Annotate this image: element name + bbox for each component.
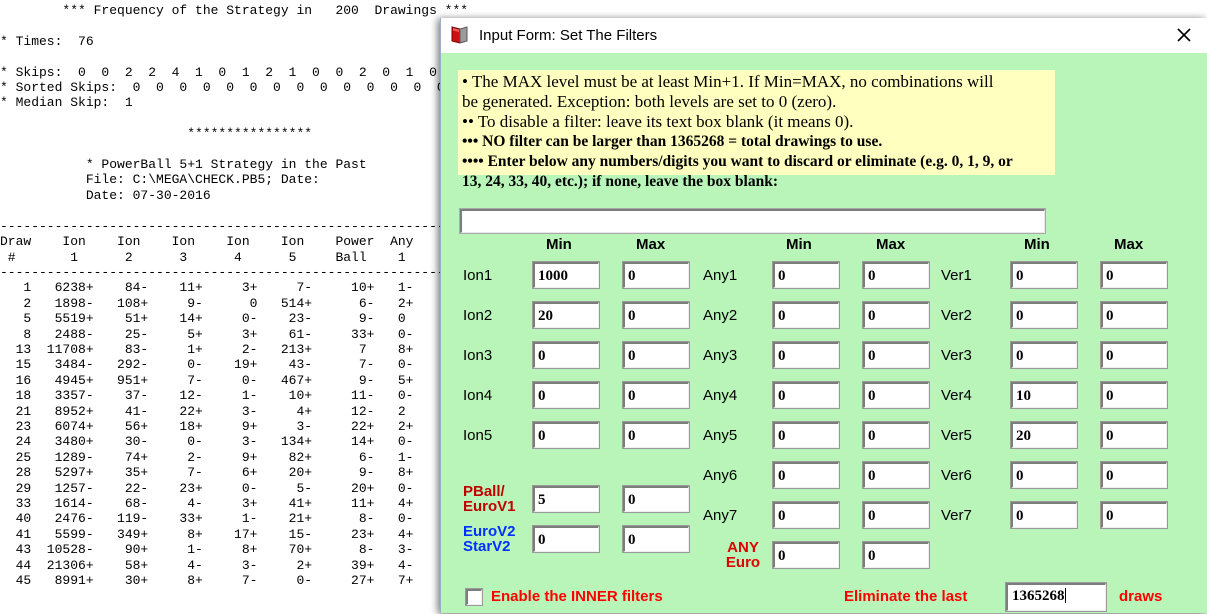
filter-label-eurov2-starv2: EuroV2 StarV2 bbox=[463, 523, 516, 555]
note-line-3: •• To disable a filter: leave its text b… bbox=[462, 112, 854, 131]
filter-min-input-any7[interactable]: 0 bbox=[772, 501, 840, 529]
filter-max-input-eurov2-starv2[interactable]: 0 bbox=[622, 525, 690, 553]
filter-max-input-any4[interactable]: 0 bbox=[862, 381, 930, 409]
note-line-4: ••• NO filter can be larger than 1365268… bbox=[462, 133, 883, 150]
filter-label-any3: Any3 bbox=[703, 347, 738, 364]
filter-label-ion4: Ion4 bbox=[463, 387, 493, 404]
filter-label-any7: Any7 bbox=[703, 507, 738, 524]
filter-min-input-ion5[interactable]: 0 bbox=[532, 421, 600, 449]
note-line-1: • The MAX level must be at least Min+1. … bbox=[462, 72, 994, 91]
filter-min-input-any5[interactable]: 0 bbox=[772, 421, 840, 449]
header-max: Max bbox=[636, 236, 666, 253]
filter-max-input-ion3[interactable]: 0 bbox=[622, 341, 690, 369]
instructions-panel: • The MAX level must be at least Min+1. … bbox=[458, 70, 1055, 190]
enable-inner-filters-checkbox[interactable] bbox=[465, 588, 483, 606]
filter-min-input-ion3[interactable]: 0 bbox=[532, 341, 600, 369]
filter-min-input-ver6[interactable]: 0 bbox=[1010, 461, 1078, 489]
note-line-5: •••• Enter below any numbers/digits you … bbox=[462, 153, 1013, 170]
filter-min-input-ver4[interactable]: 10 bbox=[1010, 381, 1078, 409]
filter-max-input-any7[interactable]: 0 bbox=[862, 501, 930, 529]
filter-max-input-ver2[interactable]: 0 bbox=[1100, 301, 1168, 329]
filter-label-ion5: Ion5 bbox=[463, 427, 493, 444]
filter-max-input-any2[interactable]: 0 bbox=[862, 301, 930, 329]
filter-max-input-ver3[interactable]: 0 bbox=[1100, 341, 1168, 369]
filter-max-input-ver6[interactable]: 0 bbox=[1100, 461, 1168, 489]
filter-min-input-ion4[interactable]: 0 bbox=[532, 381, 600, 409]
filter-label-any2: Any2 bbox=[703, 307, 738, 324]
red-book-icon bbox=[450, 25, 470, 45]
filter-max-input-any5[interactable]: 0 bbox=[862, 421, 930, 449]
enable-inner-filters-label: Enable the INNER filters bbox=[491, 588, 663, 605]
set-filters-dialog: Input Form: Set The Filters • The MAX le… bbox=[440, 18, 1207, 613]
filter-min-input-any1[interactable]: 0 bbox=[772, 261, 840, 289]
filter-min-input-any2[interactable]: 0 bbox=[772, 301, 840, 329]
filter-label-ver2: Ver2 bbox=[941, 307, 972, 324]
dialog-title: Input Form: Set The Filters bbox=[479, 26, 658, 44]
draws-label: draws bbox=[1119, 588, 1163, 605]
filter-max-input-ion2[interactable]: 0 bbox=[622, 301, 690, 329]
close-icon[interactable] bbox=[1161, 18, 1207, 52]
dialog-title-bar: Input Form: Set The Filters bbox=[441, 18, 1207, 53]
filter-label-ver3: Ver3 bbox=[941, 347, 972, 364]
discard-numbers-input[interactable] bbox=[459, 208, 1046, 234]
filter-min-input-any6[interactable]: 0 bbox=[772, 461, 840, 489]
filter-max-input-ion4[interactable]: 0 bbox=[622, 381, 690, 409]
filter-label-ver1: Ver1 bbox=[941, 267, 972, 284]
filter-max-input-any1[interactable]: 0 bbox=[862, 261, 930, 289]
filter-min-input-ion2[interactable]: 20 bbox=[532, 301, 600, 329]
eliminate-last-input[interactable]: 1365268 bbox=[1005, 582, 1107, 612]
filter-min-input-ver5[interactable]: 20 bbox=[1010, 421, 1078, 449]
eliminate-last-value: 1365268 bbox=[1012, 588, 1065, 604]
filter-min-input-any4[interactable]: 0 bbox=[772, 381, 840, 409]
filter-min-input-ver1[interactable]: 0 bbox=[1010, 261, 1078, 289]
filter-label-ver7: Ver7 bbox=[941, 507, 972, 524]
filter-max-input-any3[interactable]: 0 bbox=[862, 341, 930, 369]
header-max: Max bbox=[1114, 236, 1144, 253]
text-caret bbox=[1064, 588, 1066, 603]
filter-label-ion1: Ion1 bbox=[463, 267, 493, 284]
filter-max-input-ver7[interactable]: 0 bbox=[1100, 501, 1168, 529]
filter-label-ver4: Ver4 bbox=[941, 387, 972, 404]
filter-label-any-euro: ANY Euro bbox=[725, 539, 761, 571]
filter-min-input-ion1[interactable]: 1000 bbox=[532, 261, 600, 289]
filter-min-input-any3[interactable]: 0 bbox=[772, 341, 840, 369]
header-max: Max bbox=[876, 236, 906, 253]
filter-min-input-ver3[interactable]: 0 bbox=[1010, 341, 1078, 369]
header-min: Min bbox=[546, 236, 572, 253]
filter-min-input-ver2[interactable]: 0 bbox=[1010, 301, 1078, 329]
filter-max-input-any-euro[interactable]: 0 bbox=[862, 541, 930, 569]
header-min: Min bbox=[786, 236, 812, 253]
filter-label-any6: Any6 bbox=[703, 467, 738, 484]
filter-max-input-any6[interactable]: 0 bbox=[862, 461, 930, 489]
filter-max-input-pball-eurov1[interactable]: 0 bbox=[622, 485, 690, 513]
eliminate-last-label: Eliminate the last bbox=[844, 588, 968, 605]
filter-min-input-ver7[interactable]: 0 bbox=[1010, 501, 1078, 529]
filter-label-any4: Any4 bbox=[703, 387, 738, 404]
filter-label-any5: Any5 bbox=[703, 427, 738, 444]
filter-max-input-ver4[interactable]: 0 bbox=[1100, 381, 1168, 409]
filter-label-any1: Any1 bbox=[703, 267, 738, 284]
header-min: Min bbox=[1024, 236, 1050, 253]
note-line-6: 13, 24, 33, 40, etc.); if none, leave th… bbox=[462, 173, 779, 190]
filter-label-ion3: Ion3 bbox=[463, 347, 493, 364]
filter-max-input-ion1[interactable]: 0 bbox=[622, 261, 690, 289]
filter-label-ver6: Ver6 bbox=[941, 467, 972, 484]
filter-label-pball-eurov1: PBall/EuroV1 bbox=[463, 483, 516, 515]
filter-min-input-eurov2-starv2[interactable]: 0 bbox=[532, 525, 600, 553]
filter-min-input-any-euro[interactable]: 0 bbox=[772, 541, 840, 569]
filter-max-input-ion5[interactable]: 0 bbox=[622, 421, 690, 449]
filter-min-input-pball-eurov1[interactable]: 5 bbox=[532, 485, 600, 513]
dialog-bottom-row: Enable the INNER filters Eliminate the l… bbox=[441, 582, 1207, 614]
filter-max-input-ver1[interactable]: 0 bbox=[1100, 261, 1168, 289]
filter-max-input-ver5[interactable]: 0 bbox=[1100, 421, 1168, 449]
filter-label-ion2: Ion2 bbox=[463, 307, 493, 324]
filter-label-ver5: Ver5 bbox=[941, 427, 972, 444]
note-line-2: be generated. Exception: both levels are… bbox=[462, 92, 837, 111]
